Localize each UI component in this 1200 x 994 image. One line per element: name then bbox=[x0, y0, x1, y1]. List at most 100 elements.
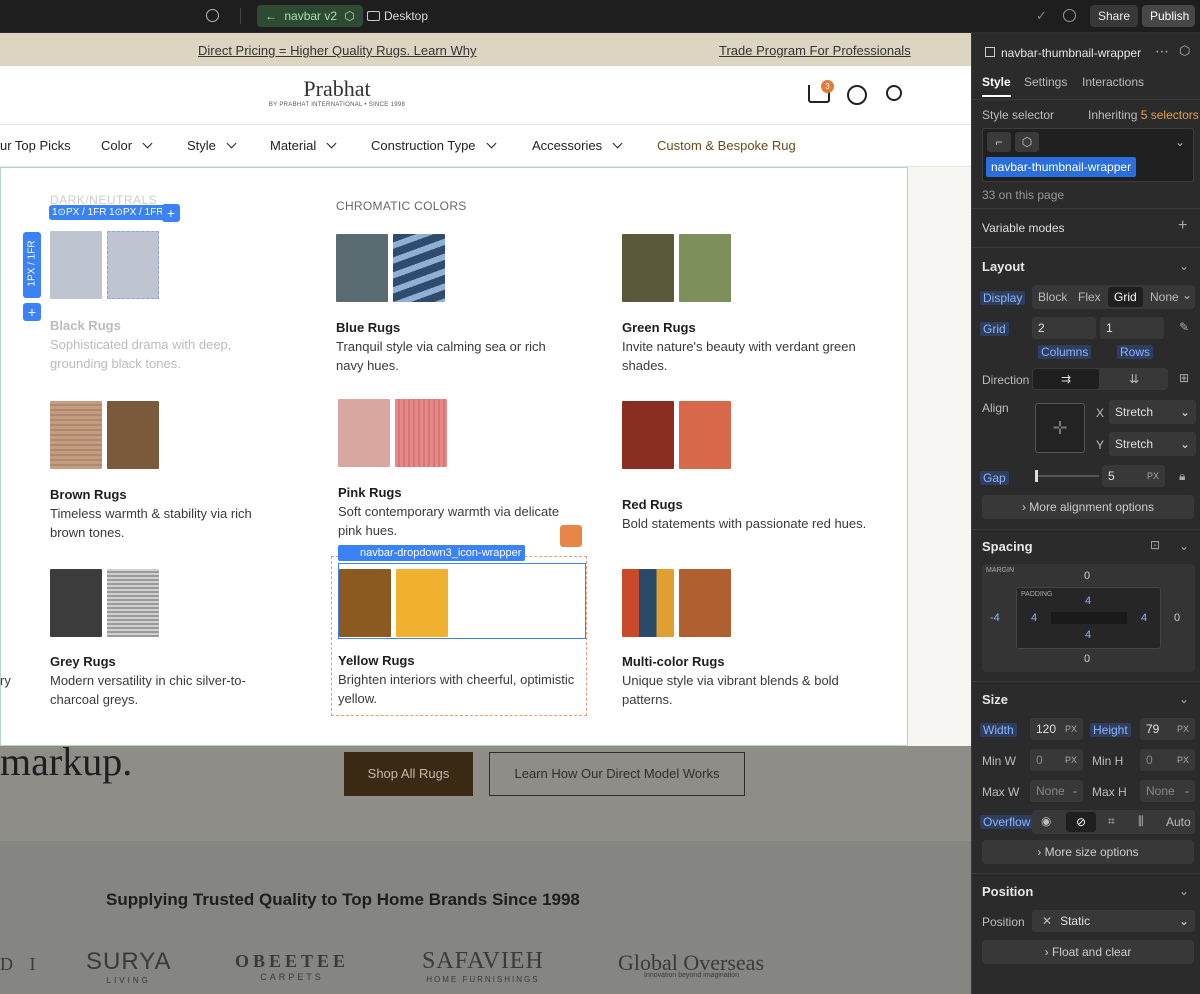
spacing-header[interactable]: Spacing bbox=[982, 539, 1033, 554]
overflow-scroll-icon[interactable]: ⌗ bbox=[1108, 814, 1115, 829]
site-logo[interactable]: Prabhat BY PRABHAT INTERNATIONAL • SINCE… bbox=[264, 76, 410, 108]
add-icon[interactable]: + bbox=[1178, 217, 1187, 235]
margin-bottom[interactable]: 0 bbox=[1084, 653, 1090, 665]
grid-rows-input[interactable]: 1 bbox=[1100, 317, 1164, 339]
overflow-clip-icon[interactable]: ⫼ bbox=[1138, 814, 1144, 829]
breakpoint-selector[interactable]: Desktop bbox=[367, 9, 428, 23]
width-value: 120 bbox=[1036, 722, 1057, 736]
max-height-input[interactable]: None - bbox=[1140, 780, 1195, 802]
direction-row-icon[interactable]: ⇉ bbox=[1033, 369, 1099, 389]
display-grid[interactable]: Grid bbox=[1108, 287, 1143, 307]
more-alignment-button[interactable]: › More alignment options bbox=[982, 495, 1194, 519]
category-title[interactable]: Grey Rugs bbox=[50, 654, 116, 669]
category-title[interactable]: Multi-color Rugs bbox=[622, 654, 725, 669]
category-title[interactable]: Pink Rugs bbox=[338, 485, 402, 500]
direct-pricing-link[interactable]: Direct Pricing = Higher Quality Rugs. Le… bbox=[198, 43, 477, 58]
padding-right[interactable]: 4 bbox=[1141, 612, 1147, 624]
size-header[interactable]: Size bbox=[982, 692, 1008, 707]
search-icon[interactable] bbox=[886, 85, 902, 101]
add-column-icon[interactable]: + bbox=[162, 204, 180, 222]
overflow-auto[interactable]: Auto bbox=[1166, 815, 1191, 829]
margin-left[interactable]: -4 bbox=[990, 612, 1000, 624]
position-header[interactable]: Position bbox=[982, 884, 1033, 899]
comment-icon[interactable] bbox=[1063, 9, 1076, 22]
more-size-button[interactable]: › More size options bbox=[982, 840, 1194, 864]
page-selector[interactable]: ← navbar v2 ⬡ bbox=[257, 5, 363, 27]
nav-material[interactable]: Material bbox=[270, 138, 337, 153]
tab-settings[interactable]: Settings bbox=[1024, 75, 1067, 89]
chevron-down-icon[interactable]: ⌄ bbox=[1179, 692, 1189, 706]
category-title[interactable]: Red Rugs bbox=[622, 497, 683, 512]
publish-button[interactable]: Publish bbox=[1142, 5, 1195, 27]
spacing-preset-icon[interactable]: ⊡ bbox=[1150, 538, 1160, 552]
gap-input[interactable]: 5 PX bbox=[1102, 465, 1165, 487]
height-input[interactable]: 79 PX bbox=[1140, 718, 1195, 740]
design-canvas[interactable]: Direct Pricing = Higher Quality Rugs. Le… bbox=[0, 33, 971, 994]
shop-all-button[interactable]: Shop All Rugs bbox=[344, 752, 473, 796]
position-select[interactable]: ✕ Static ⌄ bbox=[1032, 910, 1195, 932]
nav-top-picks[interactable]: ur Top Picks bbox=[0, 138, 71, 153]
max-width-input[interactable]: None - bbox=[1030, 780, 1083, 802]
tab-interactions[interactable]: Interactions bbox=[1082, 75, 1144, 89]
margin-right[interactable]: 0 bbox=[1174, 612, 1180, 624]
grid-col-label[interactable]: 1⊙PX / 1FR bbox=[49, 205, 110, 220]
display-block[interactable]: Block bbox=[1038, 290, 1067, 304]
component-icon[interactable]: ⬡ bbox=[1179, 43, 1190, 59]
min-height-input[interactable]: 0 PX bbox=[1140, 749, 1195, 771]
padding-bottom[interactable]: 4 bbox=[1085, 629, 1091, 641]
selector-chip[interactable]: navbar-thumbnail-wrapper bbox=[986, 157, 1137, 177]
trade-program-link[interactable]: Trade Program For Professionals bbox=[719, 43, 911, 58]
category-title[interactable]: Green Rugs bbox=[622, 320, 696, 335]
selected-element-label[interactable]: navbar-dropdown3_icon-wrapper bbox=[338, 545, 526, 561]
grid-options-icon[interactable]: ⊞ bbox=[1179, 371, 1189, 385]
chevron-down-icon[interactable]: ⌄ bbox=[1175, 135, 1185, 149]
nav-custom-bespoke[interactable]: Custom & Bespoke Rug bbox=[657, 138, 796, 153]
add-class-icon[interactable]: ⌐ bbox=[987, 132, 1011, 152]
grid-row-label[interactable]: 1PX / 1FR bbox=[23, 232, 41, 298]
overflow-visible-icon[interactable]: ◉ bbox=[1041, 814, 1051, 828]
account-icon[interactable] bbox=[847, 85, 867, 105]
tab-style[interactable]: Style bbox=[982, 75, 1011, 97]
nav-construction-type[interactable]: Construction Type bbox=[371, 138, 496, 153]
selector-field[interactable]: ⌐ ⬡ navbar-thumbnail-wrapper ⌄ bbox=[982, 128, 1194, 182]
category-title[interactable]: Black Rugs bbox=[50, 318, 121, 333]
float-clear-button[interactable]: › Float and clear bbox=[982, 940, 1194, 964]
overflow-hidden-icon[interactable]: ⊘ bbox=[1066, 812, 1096, 832]
category-title[interactable]: Brown Rugs bbox=[50, 487, 127, 502]
checkmark-icon[interactable]: ✓ bbox=[1036, 8, 1047, 24]
grid-edit-icon[interactable]: ✎ bbox=[1179, 320, 1189, 334]
margin-top[interactable]: 0 bbox=[1084, 570, 1090, 582]
chevron-down-icon[interactable]: ⌄ bbox=[1179, 884, 1189, 898]
inheriting-label[interactable]: Inheriting 5 selectors bbox=[1088, 108, 1199, 122]
component-class-icon[interactable]: ⬡ bbox=[1015, 132, 1039, 152]
nav-color[interactable]: Color bbox=[101, 138, 153, 153]
share-button[interactable]: Share bbox=[1090, 5, 1139, 27]
chevron-down-icon[interactable]: ⌄ bbox=[1179, 259, 1189, 273]
learn-how-button[interactable]: Learn How Our Direct Model Works bbox=[489, 752, 745, 796]
nav-accessories[interactable]: Accessories bbox=[532, 138, 623, 153]
align-box[interactable]: ✛ bbox=[1035, 403, 1085, 453]
width-input[interactable]: 120 PX bbox=[1030, 718, 1083, 740]
globe-icon[interactable] bbox=[206, 9, 219, 22]
category-title[interactable]: Blue Rugs bbox=[336, 320, 400, 335]
nav-style[interactable]: Style bbox=[187, 138, 237, 153]
chevron-down-icon[interactable]: ⌄ bbox=[1179, 539, 1189, 553]
gap-slider[interactable] bbox=[1035, 470, 1099, 482]
min-width-input[interactable]: 0 PX bbox=[1030, 749, 1083, 771]
align-x-select[interactable]: Stretch ⌄ bbox=[1109, 400, 1196, 424]
add-row-icon[interactable]: + bbox=[23, 303, 41, 321]
category-title[interactable]: Yellow Rugs bbox=[338, 653, 415, 668]
slider-handle[interactable] bbox=[1035, 470, 1038, 482]
grid-columns-input[interactable]: 2 bbox=[1032, 317, 1096, 339]
padding-top[interactable]: 4 bbox=[1085, 595, 1091, 607]
style-selector-label: Style selector bbox=[982, 108, 1055, 122]
align-y-select[interactable]: Stretch ⌄ bbox=[1109, 432, 1196, 456]
lock-icon[interactable]: 🔒︎ bbox=[1179, 469, 1185, 484]
display-flex[interactable]: Flex bbox=[1078, 290, 1101, 304]
display-none[interactable]: None bbox=[1150, 290, 1179, 304]
grid-col-label[interactable]: 1⊙PX / 1FR bbox=[106, 205, 167, 220]
direction-column-icon[interactable]: ⇊ bbox=[1102, 369, 1166, 389]
padding-left[interactable]: 4 bbox=[1031, 612, 1037, 624]
layout-header[interactable]: Layout bbox=[982, 259, 1025, 274]
more-options-icon[interactable]: ⋯ bbox=[1155, 43, 1169, 60]
